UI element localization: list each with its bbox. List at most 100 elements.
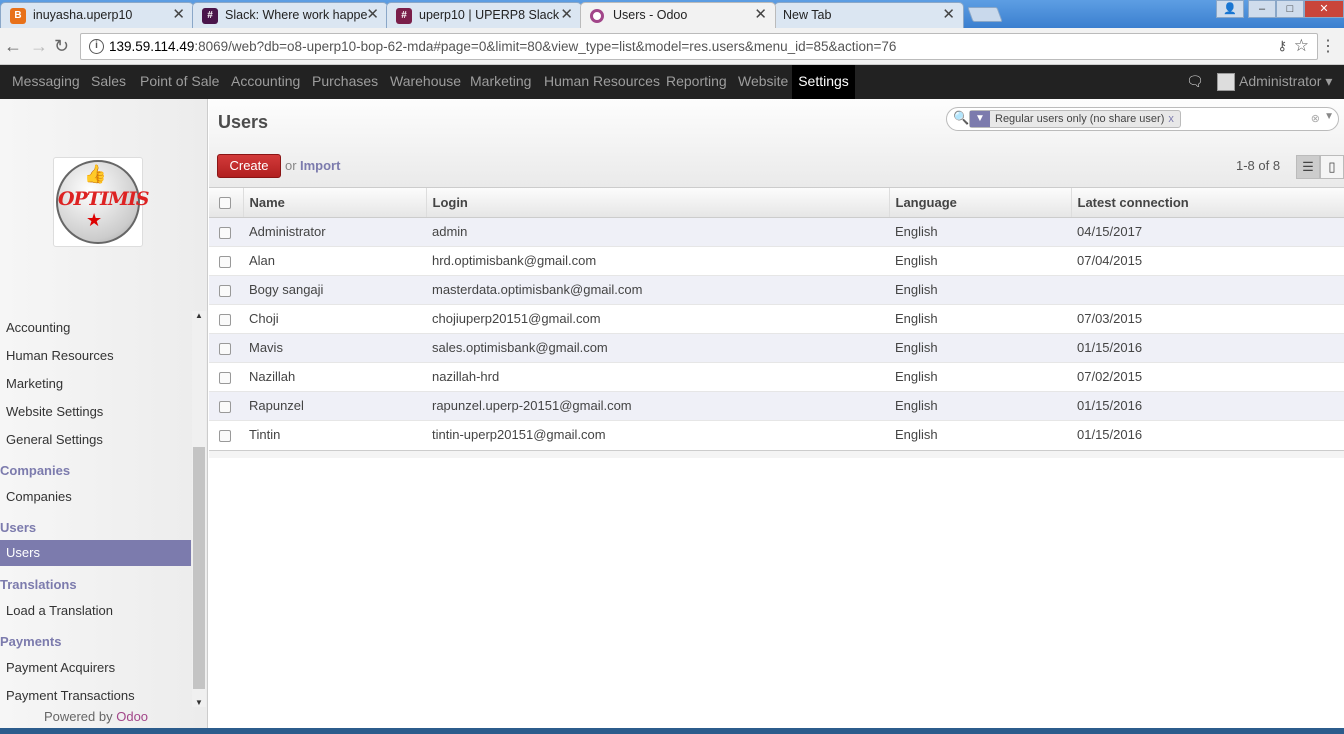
menu-accounting[interactable]: Accounting	[225, 65, 306, 99]
cell-name: Administrator	[243, 216, 426, 246]
sidebar-item-website-settings[interactable]: Website Settings	[6, 404, 103, 419]
users-table: Name Login Language Latest connection Ad…	[209, 188, 1344, 449]
user-menu[interactable]: Administrator ▾	[1217, 65, 1332, 98]
bookmark-star-icon[interactable]: ☆	[1294, 36, 1309, 56]
sidebar-item-load-translation[interactable]: Load a Translation	[6, 603, 113, 618]
url-input[interactable]: i 139.59.114.49:8069/web?db=o8-uperp10-b…	[80, 33, 1318, 60]
cell-name: Tintin	[243, 419, 426, 449]
sidebar-item-payment-transactions[interactable]: Payment Transactions	[6, 688, 135, 703]
browser-tab[interactable]: New Tab ✕	[774, 2, 964, 28]
menu-marketing[interactable]: Marketing	[464, 65, 537, 99]
search-icon[interactable]: 🔍	[953, 110, 969, 126]
sidebar-scrollbar[interactable]: ▲ ▼	[192, 311, 206, 707]
cell-language: English	[889, 245, 1071, 275]
cell-login: tintin-uperp20151@gmail.com	[426, 419, 889, 449]
menu-messaging[interactable]: Messaging	[6, 65, 86, 99]
close-window-button[interactable]: ✕	[1304, 0, 1344, 18]
cell-login: hrd.optimisbank@gmail.com	[426, 245, 889, 275]
column-header-login[interactable]: Login	[426, 188, 890, 218]
row-checkbox[interactable]	[219, 342, 231, 355]
close-icon[interactable]: ✕	[172, 3, 185, 27]
minimize-button[interactable]: –	[1248, 0, 1276, 18]
cell-latest-connection: 07/04/2015	[1071, 245, 1344, 275]
pager-value[interactable]: 1-8 of 8	[1236, 158, 1280, 173]
tab-title: Slack: Where work happe	[225, 8, 368, 22]
table-row[interactable]: Choji chojiuperp20151@gmail.com English …	[209, 303, 1344, 333]
row-checkbox[interactable]	[219, 313, 231, 326]
sidebar-item-companies[interactable]: Companies	[6, 489, 72, 504]
new-tab-button[interactable]	[967, 7, 1003, 22]
list-view-icon[interactable]: ☰	[1296, 155, 1320, 179]
row-checkbox[interactable]	[219, 255, 231, 268]
menu-warehouse[interactable]: Warehouse	[384, 65, 467, 99]
menu-purchases[interactable]: Purchases	[306, 65, 384, 99]
row-checkbox[interactable]	[219, 371, 231, 384]
sidebar-item-users[interactable]: Users	[0, 540, 191, 566]
url-path: :8069/web?db=o8-uperp10-bop-62-mda#page=…	[194, 39, 897, 54]
cell-latest-connection: 01/15/2016	[1071, 390, 1344, 420]
reload-icon[interactable]: ↻	[54, 36, 69, 56]
facet-label: Regular users only (no share user)	[995, 113, 1165, 125]
close-icon[interactable]: ✕	[942, 3, 955, 27]
browser-tab[interactable]: B inuyasha.uperp10 ✕	[0, 2, 194, 28]
form-view-icon[interactable]: ▯	[1320, 155, 1344, 179]
table-row[interactable]: Nazillah nazillah-hrd English 07/02/2015	[209, 361, 1344, 391]
menu-sales[interactable]: Sales	[85, 65, 132, 99]
maximize-button[interactable]: □	[1276, 0, 1304, 18]
row-checkbox[interactable]	[219, 429, 231, 442]
clear-search-icon[interactable]: ⊗	[1311, 112, 1320, 125]
table-row[interactable]: Mavis sales.optimisbank@gmail.com Englis…	[209, 332, 1344, 362]
url-host: 139.59.114.49	[109, 39, 195, 54]
column-header-latest-connection[interactable]: Latest connection	[1071, 188, 1344, 218]
table-row[interactable]: Rapunzel rapunzel.uperp-20151@gmail.com …	[209, 390, 1344, 420]
close-icon[interactable]: ✕	[366, 3, 379, 27]
list-footer	[209, 450, 1344, 458]
menu-website[interactable]: Website	[732, 65, 794, 99]
menu-settings[interactable]: Settings	[792, 65, 855, 99]
info-icon[interactable]: i	[89, 39, 104, 54]
create-button[interactable]: Create	[217, 154, 281, 178]
forward-icon[interactable]: →	[30, 36, 48, 56]
column-header-name[interactable]: Name	[243, 188, 427, 218]
search-input[interactable]: 🔍 ▼ Regular users only (no share user) x ⊗…	[946, 107, 1339, 131]
sidebar-item-marketing[interactable]: Marketing	[6, 376, 63, 391]
column-header-language[interactable]: Language	[889, 188, 1072, 218]
scrollbar-thumb[interactable]	[193, 447, 205, 689]
browser-tab[interactable]: # uperp10 | UPERP8 Slack ✕	[386, 2, 582, 28]
browser-menu-icon[interactable]: ⋮	[1320, 36, 1336, 56]
table-row[interactable]: Alan hrd.optimisbank@gmail.com English 0…	[209, 245, 1344, 275]
profile-icon[interactable]: 👤	[1216, 0, 1244, 18]
row-select-cell	[209, 361, 243, 391]
menu-reporting[interactable]: Reporting	[660, 65, 733, 99]
chat-icon[interactable]: 🗨	[1186, 73, 1204, 90]
row-checkbox[interactable]	[219, 284, 231, 297]
table-row[interactable]: Tintin tintin-uperp20151@gmail.com Engli…	[209, 419, 1344, 449]
menu-human-resources[interactable]: Human Resources	[538, 65, 666, 99]
back-icon[interactable]: ←	[4, 36, 22, 56]
sidebar-item-general-settings[interactable]: General Settings	[6, 432, 103, 447]
table-row[interactable]: Administrator admin English 04/15/2017	[209, 216, 1344, 246]
menu-point-of-sale[interactable]: Point of Sale	[134, 65, 225, 99]
address-bar: ← → ↻ i 139.59.114.49:8069/web?db=o8-upe…	[0, 28, 1344, 65]
scroll-down-icon[interactable]: ▼	[195, 698, 203, 707]
company-logo[interactable]: 👍 OPTIMIS ★	[53, 157, 150, 247]
table-row[interactable]: Bogy sangaji masterdata.optimisbank@gmai…	[209, 274, 1344, 304]
browser-tab-active[interactable]: Users - Odoo ✕	[580, 2, 776, 28]
close-icon[interactable]: ✕	[754, 3, 767, 27]
select-all-checkbox[interactable]	[219, 197, 231, 210]
close-icon[interactable]: ✕	[560, 3, 573, 27]
remove-facet-icon[interactable]: x	[1168, 113, 1174, 125]
row-checkbox[interactable]	[219, 226, 231, 239]
odoo-link[interactable]: Odoo	[116, 709, 148, 724]
row-checkbox[interactable]	[219, 400, 231, 413]
search-facet[interactable]: ▼ Regular users only (no share user) x	[969, 110, 1181, 128]
key-icon[interactable]: ⚷	[1277, 38, 1287, 54]
search-options-icon[interactable]: ▼	[1324, 111, 1334, 122]
sidebar-item-payment-acquirers[interactable]: Payment Acquirers	[6, 660, 115, 675]
browser-tab[interactable]: # Slack: Where work happe ✕	[192, 2, 388, 28]
import-link[interactable]: Import	[300, 158, 340, 173]
scroll-up-icon[interactable]: ▲	[195, 311, 203, 320]
sidebar-item-accounting[interactable]: Accounting	[6, 320, 70, 335]
sidebar-item-human-resources[interactable]: Human Resources	[6, 348, 114, 363]
cell-latest-connection: 07/03/2015	[1071, 303, 1344, 333]
